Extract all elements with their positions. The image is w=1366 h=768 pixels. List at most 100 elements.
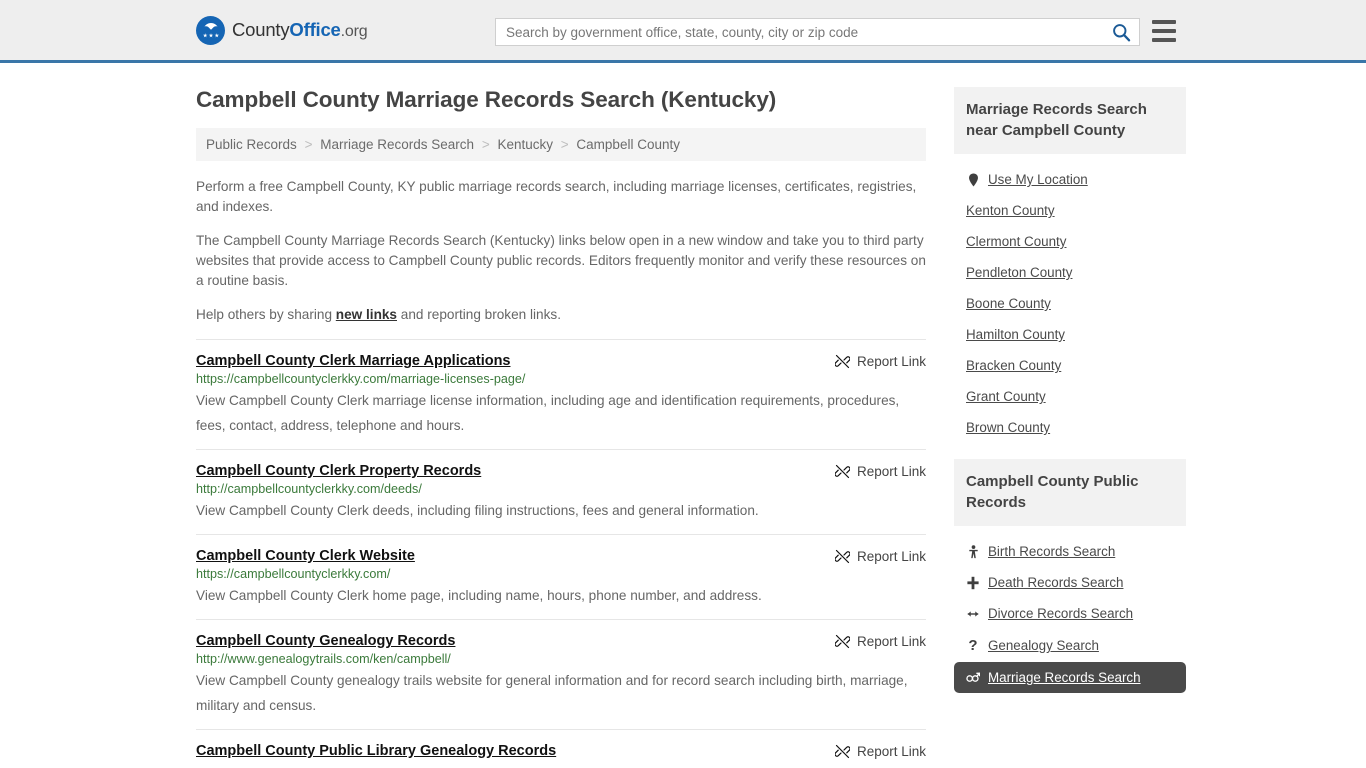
result-row: Campbell County Clerk Property Records R…	[196, 449, 926, 534]
sidebar-nearby-box: Marriage Records Search near Campbell Co…	[954, 87, 1186, 449]
intro-paragraph-1: Perform a free Campbell County, KY publi…	[196, 179, 917, 214]
result-header: Campbell County Genealogy Records Report…	[196, 633, 926, 649]
sidebar-item-bracken-county[interactable]: Bracken County	[954, 350, 1186, 381]
result-header: Campbell County Clerk Property Records R…	[196, 463, 926, 479]
sidebar-public-records-heading: Campbell County Public Records	[954, 459, 1186, 526]
sidebar-item-clermont-county[interactable]: Clermont County	[954, 226, 1186, 257]
result-row: Campbell County Genealogy Records Report…	[196, 619, 926, 729]
sidebar-item-pendleton-county[interactable]: Pendleton County	[954, 257, 1186, 288]
share-suffix: and reporting broken links.	[397, 307, 561, 322]
report-link-button[interactable]: Report Link	[834, 354, 926, 369]
logo-text-county: County	[232, 19, 290, 40]
sidebar-item-label[interactable]: Bracken County	[966, 358, 1061, 373]
sidebar-item-marriage-records-search[interactable]: Marriage Records Search	[954, 662, 1186, 693]
breadcrumb-item-campbell-county[interactable]: Campbell County	[576, 137, 680, 152]
logo-text-office: Office	[289, 19, 341, 40]
report-link-button[interactable]: Report Link	[834, 464, 926, 479]
baby-icon	[966, 544, 980, 559]
result-header: Campbell County Clerk Website Report Lin…	[196, 548, 926, 564]
logo-text-org: .org	[340, 23, 368, 40]
breadcrumb-separator: >	[304, 137, 313, 152]
result-title-link[interactable]: Campbell County Clerk Website	[196, 548, 415, 564]
sidebar-item-label[interactable]: Marriage Records Search	[988, 670, 1141, 685]
broken-link-icon	[834, 634, 850, 649]
result-url: http://www.genealogytrails.com/ken/campb…	[196, 652, 451, 666]
breadcrumb-item-kentucky[interactable]: Kentucky	[497, 137, 553, 152]
search-icon	[1112, 23, 1130, 41]
cross-icon	[966, 576, 980, 590]
hamburger-bar-3	[1152, 38, 1176, 42]
question-mark-icon: ?	[968, 637, 978, 654]
sidebar-item-death-records-search[interactable]: Death Records Search	[954, 567, 1186, 598]
hamburger-bar-1	[1152, 20, 1176, 24]
sidebar-item-boone-county[interactable]: Boone County	[954, 288, 1186, 319]
sidebar-item-grant-county[interactable]: Grant County	[954, 381, 1186, 412]
report-link-button[interactable]: Report Link	[834, 634, 926, 649]
sidebar-item-brown-county[interactable]: Brown County	[954, 412, 1186, 443]
main-content: Campbell County Marriage Records Search …	[196, 87, 926, 768]
broken-link-icon	[834, 464, 850, 479]
report-link-label: Report Link	[856, 634, 926, 649]
sidebar-item-label[interactable]: Hamilton County	[966, 327, 1065, 342]
intro-paragraph-2: The Campbell County Marriage Records Sea…	[196, 233, 926, 288]
result-description: View Campbell County Clerk marriage lice…	[196, 393, 900, 433]
sidebar-item-label[interactable]: Kenton County	[966, 203, 1055, 218]
sidebar-item-birth-records-search[interactable]: Birth Records Search	[954, 536, 1186, 567]
search-bar[interactable]	[495, 18, 1140, 46]
breadcrumb-item-marriage-records-search[interactable]: Marriage Records Search	[320, 137, 474, 152]
site-logo[interactable]: CountyOffice.org	[196, 15, 368, 45]
left-right-arrow-icon	[966, 608, 980, 620]
broken-link-icon	[834, 354, 850, 369]
result-title-link[interactable]: Campbell County Public Library Genealogy…	[196, 743, 556, 759]
result-description: View Campbell County Clerk deeds, includ…	[196, 503, 759, 518]
logo-wordmark: CountyOffice.org	[232, 19, 368, 41]
sidebar-public-records-box: Campbell County Public Records Birth Rec…	[954, 459, 1186, 699]
sidebar-item-label[interactable]: Genealogy Search	[988, 638, 1099, 653]
new-links-link[interactable]: new links	[336, 307, 397, 322]
hamburger-bar-2	[1152, 29, 1176, 33]
sidebar-item-label[interactable]: Boone County	[966, 296, 1051, 311]
broken-link-icon	[834, 744, 850, 759]
result-description: View Campbell County genealogy trails we…	[196, 673, 908, 713]
hamburger-menu-icon[interactable]	[1152, 20, 1176, 42]
result-url: https://campbellcountyclerkky.com/marria…	[196, 372, 526, 386]
sidebar-item-label[interactable]: Death Records Search	[988, 575, 1123, 590]
result-title-link[interactable]: Campbell County Clerk Property Records	[196, 463, 481, 479]
sidebar-item-label[interactable]: Clermont County	[966, 234, 1066, 249]
result-title-link[interactable]: Campbell County Clerk Marriage Applicati…	[196, 353, 511, 369]
sidebar-item-kenton-county[interactable]: Kenton County	[954, 195, 1186, 226]
breadcrumb-separator: >	[481, 137, 490, 152]
sidebar-item-label[interactable]: Pendleton County	[966, 265, 1072, 280]
sidebar-item-genealogy-search[interactable]: ? Genealogy Search	[954, 629, 1186, 662]
breadcrumb-item-public-records[interactable]: Public Records	[206, 137, 297, 152]
search-button[interactable]	[1103, 19, 1139, 45]
sidebar-nearby-list: Use My Location Kenton County Clermont C…	[954, 154, 1186, 449]
share-prefix: Help others by sharing	[196, 307, 336, 322]
report-link-button[interactable]: Report Link	[834, 549, 926, 564]
sidebar-item-divorce-records-search[interactable]: Divorce Records Search	[954, 598, 1186, 629]
result-header: Campbell County Clerk Marriage Applicati…	[196, 353, 926, 369]
report-link-label: Report Link	[856, 744, 926, 759]
result-url: https://campbellcountyclerkky.com/	[196, 567, 391, 581]
share-paragraph: Help others by sharing new links and rep…	[196, 305, 926, 325]
report-link-label: Report Link	[856, 354, 926, 369]
report-link-label: Report Link	[856, 549, 926, 564]
result-row: Campbell County Clerk Marriage Applicati…	[196, 339, 926, 449]
page-title: Campbell County Marriage Records Search …	[196, 87, 777, 112]
result-url: http://campbellcountyclerkky.com/deeds/	[196, 482, 422, 496]
sidebar-item-label[interactable]: Birth Records Search	[988, 544, 1115, 559]
male-female-icon	[966, 671, 980, 684]
report-link-button[interactable]: Report Link	[834, 744, 926, 759]
search-input[interactable]	[496, 19, 1103, 45]
map-pin-icon	[966, 173, 980, 187]
sidebar-item-label[interactable]: Brown County	[966, 420, 1050, 435]
result-title-link[interactable]: Campbell County Genealogy Records	[196, 633, 455, 649]
sidebar-item-use-my-location[interactable]: Use My Location	[954, 164, 1186, 195]
sidebar-item-label[interactable]: Use My Location	[988, 172, 1088, 187]
sidebar-item-label[interactable]: Divorce Records Search	[988, 606, 1133, 621]
breadcrumb: Public Records > Marriage Records Search…	[196, 128, 926, 161]
sidebar-public-records-list: Birth Records Search Death Records Searc…	[954, 526, 1186, 699]
site-header: CountyOffice.org	[0, 0, 1366, 63]
sidebar-item-label[interactable]: Grant County	[966, 389, 1046, 404]
sidebar-item-hamilton-county[interactable]: Hamilton County	[954, 319, 1186, 350]
